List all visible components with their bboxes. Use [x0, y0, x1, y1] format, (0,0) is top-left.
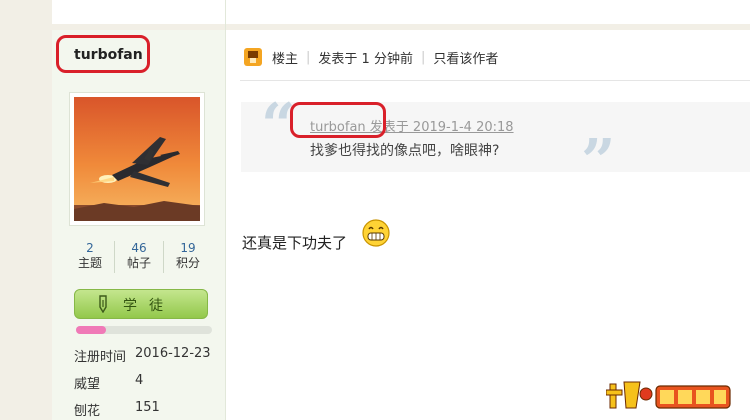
quote-text: 找爹也得找的像点吧，啥眼神?	[310, 143, 500, 159]
stat-points[interactable]: 19 积分	[163, 241, 212, 273]
avatar[interactable]	[69, 92, 205, 226]
info-row-prestige: 威望 4	[74, 373, 143, 392]
info-row-registered: 注册时间 2016-12-23	[74, 346, 211, 365]
pen-icon	[99, 295, 107, 313]
owner-icon	[244, 48, 262, 66]
divider: |	[306, 49, 311, 65]
post-header: 楼主 | 发表于 1 分钟前 | 只看该作者	[244, 46, 498, 68]
stat-posts[interactable]: 46 帖子	[114, 241, 163, 273]
divider: |	[420, 49, 426, 65]
owner-label: 楼主	[272, 51, 299, 67]
info-label: 注册时间	[74, 350, 127, 365]
rank-badge: 学徒	[74, 289, 208, 319]
stat-threads-label: 主题	[77, 256, 102, 270]
info-value: 151	[135, 400, 160, 415]
stat-posts-label: 帖子	[126, 256, 151, 270]
previous-post-actions-strip	[226, 0, 750, 30]
grin-emoji-icon	[362, 219, 390, 247]
stat-points-label: 积分	[175, 256, 200, 270]
info-value: 4	[135, 373, 144, 388]
info-row-shavings: 刨花 151	[74, 400, 160, 419]
stat-points-value: 19	[180, 241, 196, 255]
highlight-box-quote-author	[290, 102, 386, 138]
info-label: 威望	[74, 377, 101, 392]
only-author-link[interactable]: 只看该作者	[433, 48, 498, 67]
stat-posts-value: 46	[131, 241, 147, 255]
site-logo	[606, 381, 731, 409]
post-time: 发表于 1 分钟前	[318, 51, 413, 67]
info-value: 2016-12-23	[135, 346, 211, 361]
avatar-image	[74, 97, 200, 221]
rank-progress-fill	[76, 326, 106, 334]
author-stats: 2 主题 46 帖子 19 积分	[66, 241, 212, 273]
rank-label: 学徒	[123, 298, 175, 314]
stat-threads-value: 2	[86, 241, 94, 255]
rank-progress-bar	[76, 326, 212, 334]
page-gutter	[0, 0, 52, 420]
sidebar-top-strip	[52, 0, 225, 30]
close-quote-icon: ”	[581, 127, 616, 197]
header-divider	[240, 80, 750, 81]
stat-threads[interactable]: 2 主题	[66, 241, 114, 273]
reply-text: 还真是下功夫了	[242, 234, 348, 252]
info-label: 刨花	[74, 404, 101, 419]
highlight-box-username	[56, 35, 150, 73]
